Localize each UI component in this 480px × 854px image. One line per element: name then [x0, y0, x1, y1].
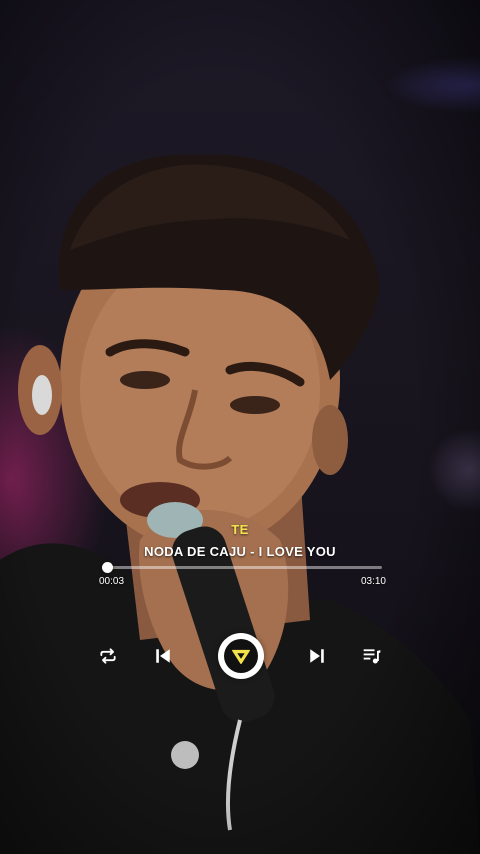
- play-triangle-icon: [232, 649, 250, 665]
- skip-next-icon: [310, 649, 324, 663]
- previous-button[interactable]: [150, 643, 176, 669]
- progress-knob[interactable]: [102, 562, 114, 573]
- repeat-icon: [100, 648, 116, 664]
- next-button[interactable]: [304, 643, 330, 669]
- progress-bar[interactable]: [102, 562, 382, 573]
- skip-previous-icon: [156, 649, 170, 663]
- play-button[interactable]: [218, 633, 264, 679]
- song-title: NODA DE CAJU - I LOVE YOU: [144, 544, 336, 559]
- total-duration: 03:10: [360, 576, 386, 587]
- playlist-button[interactable]: [360, 644, 384, 668]
- elapsed-time: 00:03: [99, 576, 125, 587]
- music-player-overlay: TE NODA DE CAJU - I LOVE YOU 00:03 03:10: [0, 0, 480, 854]
- lyric-line: TE: [231, 522, 249, 537]
- play-button-inner: [224, 639, 258, 673]
- playlist-icon: [363, 649, 381, 664]
- repeat-button[interactable]: [96, 644, 120, 668]
